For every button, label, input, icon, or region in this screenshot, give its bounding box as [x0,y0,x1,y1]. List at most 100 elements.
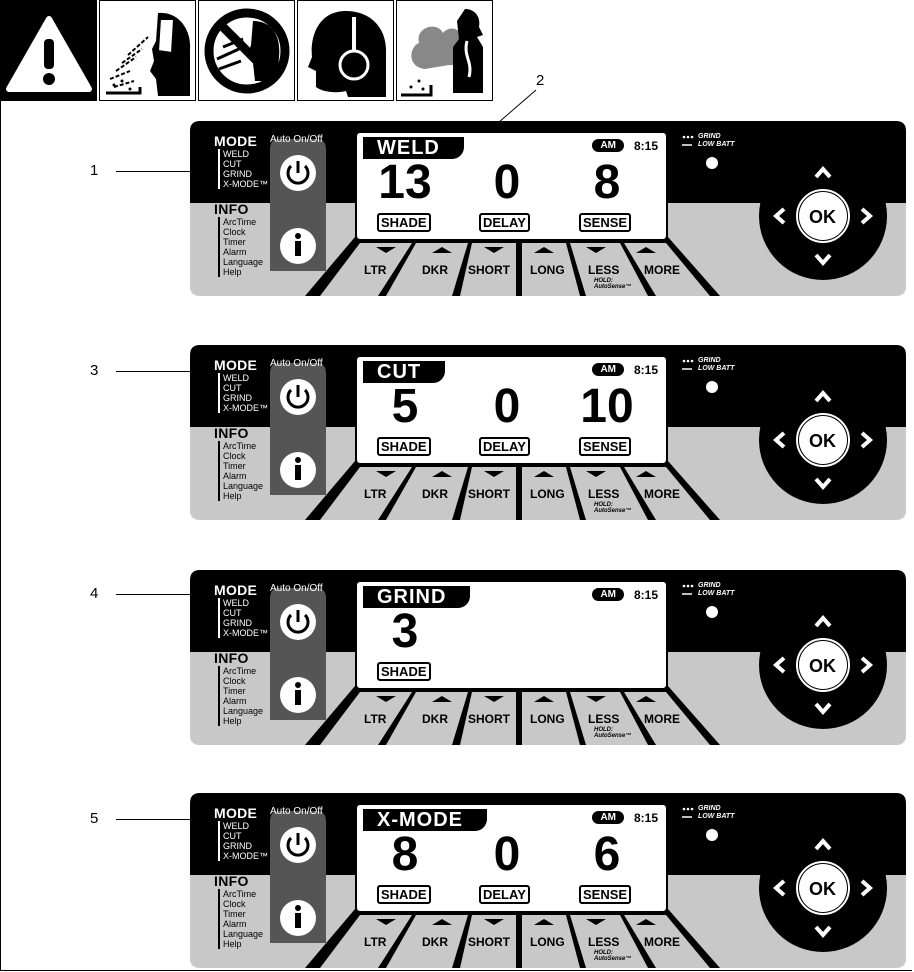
info-item-alarm: Alarm [223,471,247,481]
info-item-timer: Timer [223,909,246,919]
value-delay: 0 [493,156,521,209]
value-shade: 13 [378,156,432,209]
value-sense: 6 [593,828,621,881]
more-button[interactable]: MORE [644,263,680,277]
hold-autosense-hint: HOLD: AutoSense™ [594,502,631,514]
info-item-timer: Timer [223,686,246,696]
info-item-help: Help [223,716,242,726]
more-button[interactable]: MORE [644,487,680,501]
mode-list: WELD CUT GRIND X-MODE™ [218,373,268,413]
info-item-timer: Timer [223,461,246,471]
ltr-button[interactable]: LTR [364,712,386,726]
callout-1: 1 [90,162,99,179]
mode-item-weld: WELD [223,598,250,608]
auto-on-off-label: Auto On/Off [270,134,323,145]
info-item-arctime: ArcTime [223,889,257,899]
long-button[interactable]: LONG [530,487,565,501]
info-item-alarm: Alarm [223,247,247,257]
ok-button[interactable]: OK [809,431,836,452]
mode-item-cut: CUT [223,383,242,393]
dkr-button[interactable]: DKR [422,935,448,949]
autosense-label: AutoSense™ [594,733,632,739]
ltr-button[interactable]: LTR [364,935,386,949]
dkr-button[interactable]: DKR [422,712,448,726]
info-item-arctime: ArcTime [223,217,257,227]
dpad [690,363,734,413]
clock-time: 8:15 [633,363,658,377]
info-header: INFO [214,873,249,889]
warning-icon [0,0,97,101]
mode-item-cut: CUT [223,831,242,841]
control-panel-2: MODE Auto On/Off WELD CUT GRIND X-MODE™ … [190,345,906,520]
info-list: ArcTime Clock Timer Alarm Language Help [218,889,263,949]
mode-header: MODE [214,582,258,598]
dpad [690,588,734,638]
mode-item-xmode: X-MODE™ [223,179,268,189]
label-sense: SENSE [579,213,632,232]
less-button[interactable]: LESS [588,935,619,949]
label-sense: SENSE [579,437,632,456]
value-sense: 10 [580,380,634,433]
dpad [690,139,734,189]
long-button[interactable]: LONG [530,263,565,277]
mode-item-weld: WELD [223,821,250,831]
lcd-display: WELD AM 8:15 13 SHADE 0 DELAY 8 SENSE [355,131,668,241]
info-item-help: Help [223,939,242,949]
value-shade: 5 [391,380,419,433]
more-button[interactable]: MORE [644,712,680,726]
ltr-button[interactable]: LTR [364,487,386,501]
info-list: ArcTime Clock Timer Alarm Language Help [218,441,263,501]
control-panel-1: MODE Auto On/Off WELD CUT GRIND X-MODE™ … [190,121,906,296]
mode-item-grind: GRIND [223,618,252,628]
am-badge: AM [592,588,624,601]
short-button[interactable]: SHORT [468,487,510,501]
welding-rays-hazard-icon [99,0,196,101]
ok-button[interactable]: OK [809,207,836,228]
mode-item-cut: CUT [223,159,242,169]
info-item-clock: Clock [223,676,246,686]
less-button[interactable]: LESS [588,712,619,726]
dkr-button[interactable]: DKR [422,263,448,277]
auto-on-off-label: Auto On/Off [270,358,323,369]
info-item-language: Language [223,257,264,267]
ltr-button[interactable]: LTR [364,263,386,277]
short-button[interactable]: SHORT [468,935,510,949]
short-button[interactable]: SHORT [468,263,510,277]
value-shade: 8 [391,828,419,881]
info-item-timer: Timer [223,237,246,247]
less-button[interactable]: LESS [588,487,619,501]
info-header: INFO [214,650,249,666]
no-arc-viewing-icon [198,0,295,101]
more-button[interactable]: MORE [644,935,680,949]
long-button[interactable]: LONG [530,712,565,726]
mode-item-xmode: X-MODE™ [223,628,268,638]
label-shade: SHADE [377,213,431,232]
long-button[interactable]: LONG [530,935,565,949]
mode-item-grind: GRIND [223,393,252,403]
info-header: INFO [214,201,249,217]
dkr-button[interactable]: DKR [422,487,448,501]
autosense-label: AutoSense™ [594,284,632,290]
less-button[interactable]: LESS [588,263,619,277]
auto-on-off-label: Auto On/Off [270,806,323,817]
ok-button[interactable]: OK [809,879,836,900]
mode-item-grind: GRIND [223,169,252,179]
mode-item-xmode: X-MODE™ [223,851,268,861]
mode-item-xmode: X-MODE™ [223,403,268,413]
callout-5: 5 [90,810,99,827]
am-badge: AM [592,363,624,376]
info-item-alarm: Alarm [223,919,247,929]
info-item-language: Language [223,481,264,491]
ok-button[interactable]: OK [809,656,836,677]
dpad [690,811,734,861]
info-header: INFO [214,425,249,441]
mode-header: MODE [214,133,258,149]
am-badge: AM [592,811,624,824]
hold-autosense-hint: HOLD: AutoSense™ [594,950,631,962]
info-item-arctime: ArcTime [223,441,257,451]
label-shade: SHADE [377,662,431,681]
short-button[interactable]: SHORT [468,712,510,726]
lcd-display: X-MODE AM 8:15 8 SHADE 0 DELAY 6 SENSE [355,803,668,913]
info-item-alarm: Alarm [223,696,247,706]
callout-4: 4 [90,585,99,602]
